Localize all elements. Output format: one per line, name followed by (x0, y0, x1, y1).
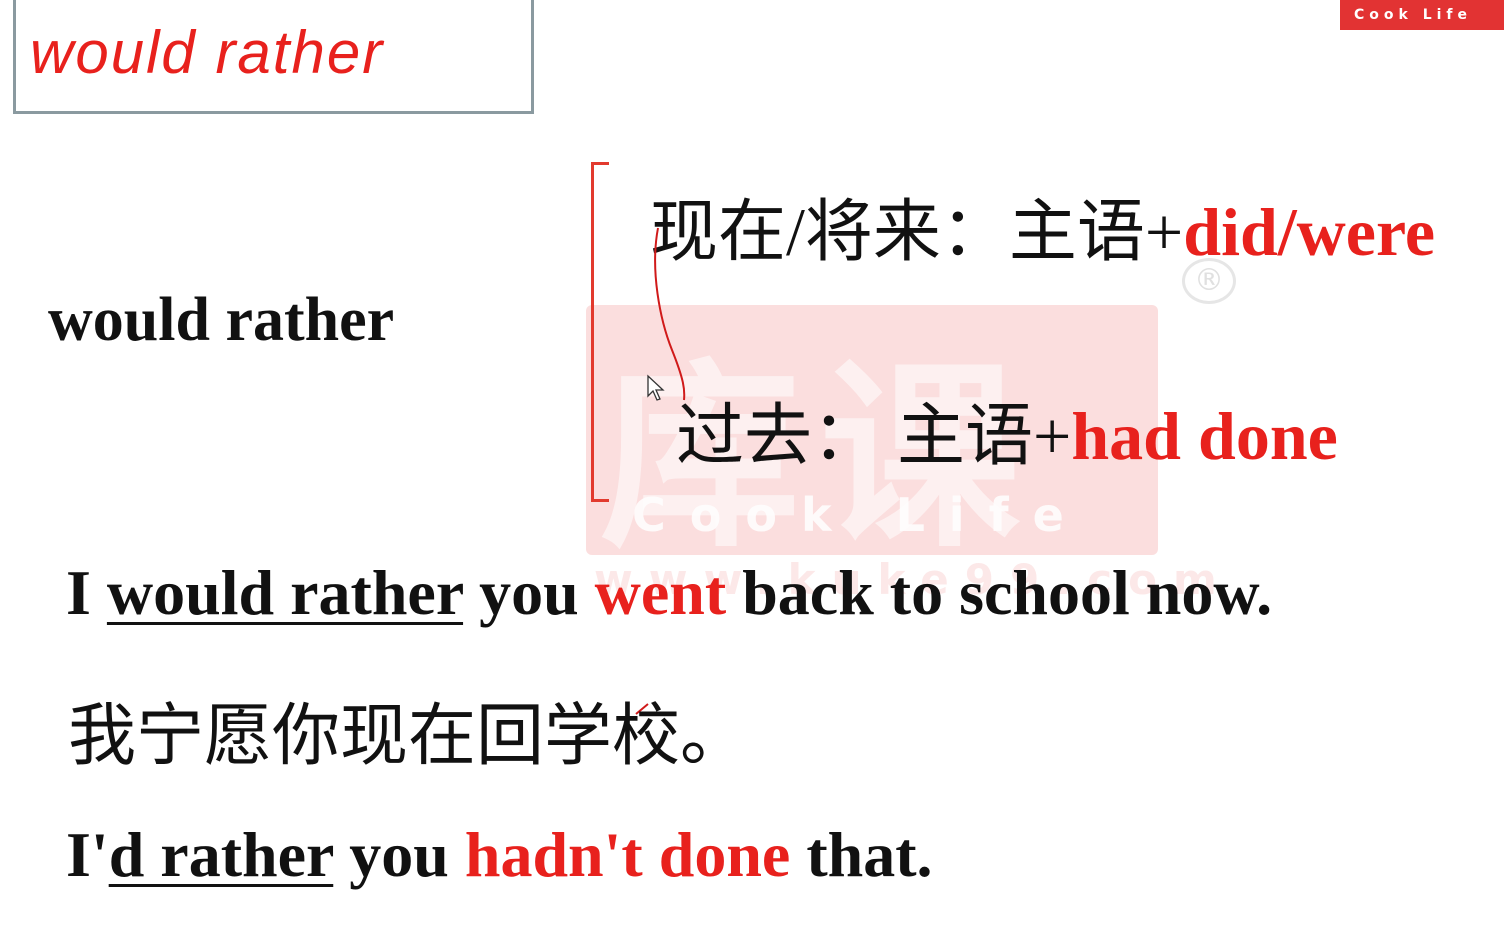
example-2-pre: I' (66, 819, 109, 890)
translation-1: 我宁愿你现在回学校。 (68, 698, 749, 774)
example-2-highlight: hadn't done (464, 819, 791, 890)
example-1-underlined: would rather (106, 557, 464, 628)
example-sentence-2: I'd rather you hadn't done that. (66, 818, 933, 892)
example-1-pre: I (66, 557, 107, 628)
mouse-cursor-icon (647, 374, 665, 401)
example-2-mid: you (333, 819, 465, 890)
example-2-post: that. (790, 819, 933, 890)
example-sentence-1: I would rather you went back to school n… (66, 556, 1272, 630)
example-1-highlight: went (594, 557, 727, 628)
example-1-mid: you (463, 557, 595, 628)
pen-annotation-stroke (635, 227, 686, 715)
example-2-underlined: d rather (108, 819, 334, 890)
example-1-post: back to school now. (726, 557, 1273, 628)
